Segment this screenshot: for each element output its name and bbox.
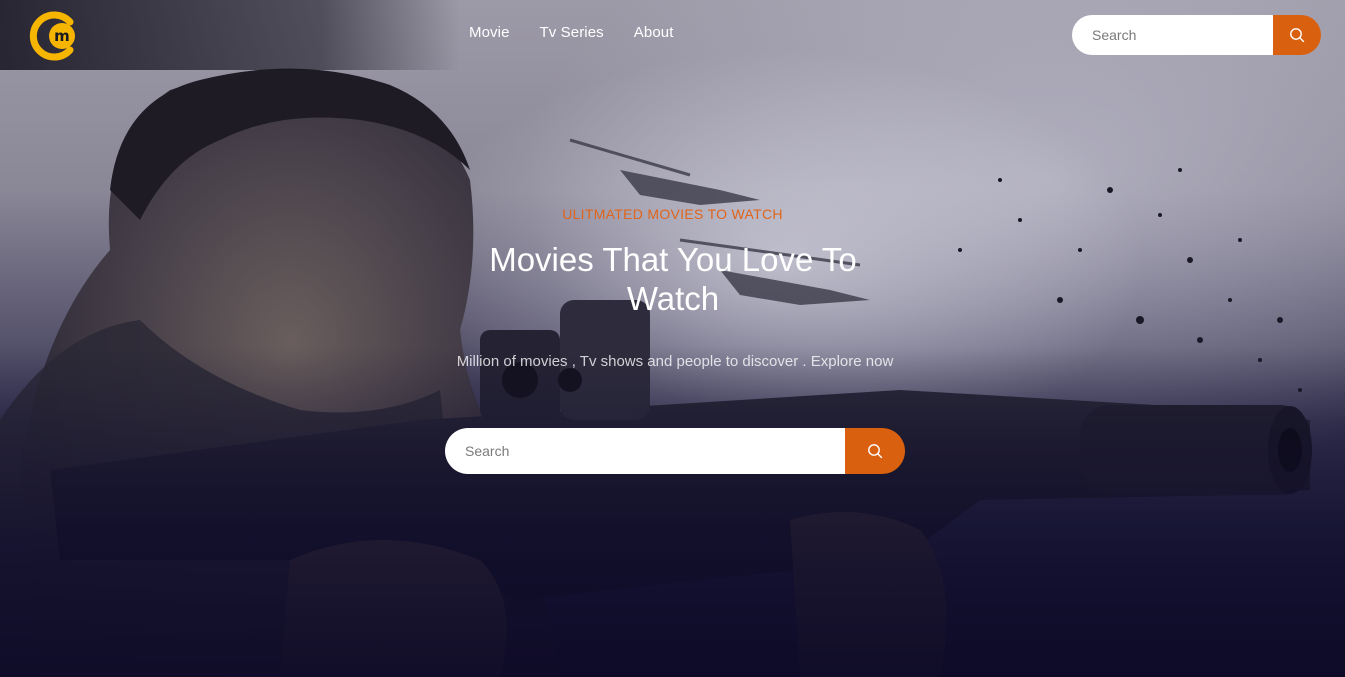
hero-search [445, 428, 905, 474]
cm-logo-icon[interactable]: m [26, 9, 80, 63]
hero-subtitle: Million of movies , Tv shows and people … [456, 353, 894, 370]
bottom-gradient-overlay [0, 347, 1345, 677]
nav-item-about[interactable]: About [634, 24, 674, 41]
header-search [1072, 15, 1321, 55]
svg-text:m: m [54, 27, 70, 45]
nav-item-tv-series[interactable]: Tv Series [540, 24, 604, 41]
header-search-button[interactable] [1273, 15, 1321, 55]
hero-eyebrow: ULITMATED MOVIES TO WATCH [562, 206, 783, 222]
nav-item-movie[interactable]: Movie [469, 24, 510, 41]
site-header: m Movie Tv Series About [0, 0, 1345, 70]
hero-title: Movies That You Love To Watch [489, 241, 857, 317]
main-nav: Movie Tv Series About [469, 24, 673, 41]
hero-banner: m Movie Tv Series About ULITMATED MOVIES… [0, 0, 1345, 677]
search-icon [868, 444, 883, 459]
hero-search-input[interactable] [445, 428, 845, 474]
hero-search-button[interactable] [845, 428, 905, 474]
search-icon [1290, 28, 1305, 43]
header-search-input[interactable] [1072, 15, 1273, 55]
